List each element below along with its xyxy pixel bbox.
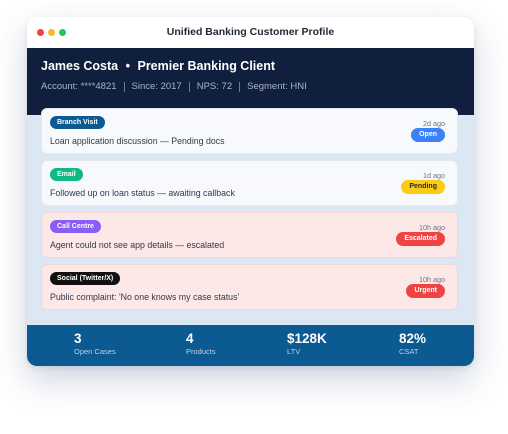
- customer-since: Since: 2017: [131, 81, 182, 92]
- interaction-card[interactable]: Call Centre Agent could not see app deta…: [41, 212, 458, 258]
- interaction-message: Agent could not see app details — escala…: [50, 240, 225, 250]
- stat-value: 82%: [399, 331, 427, 346]
- stat-value: 3: [74, 331, 82, 346]
- account-number: Account: ****4821: [41, 81, 117, 92]
- channel-badge: Email: [50, 168, 83, 181]
- nps-score: NPS: 72: [196, 81, 233, 92]
- channel-badge: Social (Twitter/X): [50, 272, 121, 285]
- interaction-time: 2d ago: [423, 119, 445, 128]
- customer-segment: Segment: HNI: [247, 81, 307, 92]
- meta-divider: [188, 81, 190, 92]
- interaction-message: Followed up on loan status — awaiting ca…: [50, 188, 235, 198]
- stat-value: $128K: [287, 331, 327, 346]
- stat-open-cases: 3 Open Cases: [74, 331, 116, 357]
- status-badge: Pending: [401, 180, 445, 194]
- window-title: Unified Banking Customer Profile: [166, 26, 335, 38]
- stat-label: CSAT: [399, 347, 419, 356]
- customer-name-line: James Costa • Premier Banking Client: [41, 59, 275, 73]
- customer-tier: Premier Banking Client: [137, 59, 276, 73]
- stat-products: 4 Products: [186, 331, 216, 357]
- meta-divider: [123, 81, 125, 92]
- interaction-time: 10h ago: [419, 275, 445, 284]
- status-badge: Urgent: [406, 284, 445, 298]
- interaction-card[interactable]: Email Followed up on loan status — await…: [41, 160, 458, 206]
- customer-name: James Costa: [41, 59, 119, 73]
- channel-badge: Call Centre: [50, 220, 101, 233]
- stat-label: LTV: [287, 347, 301, 356]
- profile-window: Unified Banking Customer Profile James C…: [27, 17, 474, 366]
- status-badge: Open: [411, 128, 445, 142]
- stat-csat: 82% CSAT: [399, 331, 426, 357]
- meta-divider: [239, 81, 241, 92]
- interaction-message: Loan application discussion — Pending do…: [50, 136, 225, 146]
- title-bar: Unified Banking Customer Profile: [27, 17, 474, 48]
- stat-ltv: $128K LTV: [287, 331, 327, 357]
- stat-label: Products: [186, 347, 216, 356]
- stat-value: 4: [186, 331, 194, 346]
- interaction-time: 1d ago: [423, 171, 445, 180]
- stats-bar: 3 Open Cases 4 Products $128K LTV 82% CS…: [27, 325, 474, 366]
- customer-header: James Costa • Premier Banking Client Acc…: [27, 48, 474, 115]
- name-separator: •: [125, 59, 130, 73]
- interaction-message: Public complaint: 'No one knows my case …: [50, 292, 240, 302]
- stat-label: Open Cases: [74, 347, 116, 356]
- channel-badge: Branch Visit: [50, 116, 105, 129]
- status-badge: Escalated: [396, 232, 445, 246]
- interaction-time: 10h ago: [419, 223, 445, 232]
- interaction-card[interactable]: Social (Twitter/X) Public complaint: 'No…: [41, 264, 458, 310]
- interaction-card[interactable]: Branch Visit Loan application discussion…: [41, 108, 458, 154]
- customer-meta: Account: ****4821 Since: 2017 NPS: 72 Se…: [41, 81, 307, 92]
